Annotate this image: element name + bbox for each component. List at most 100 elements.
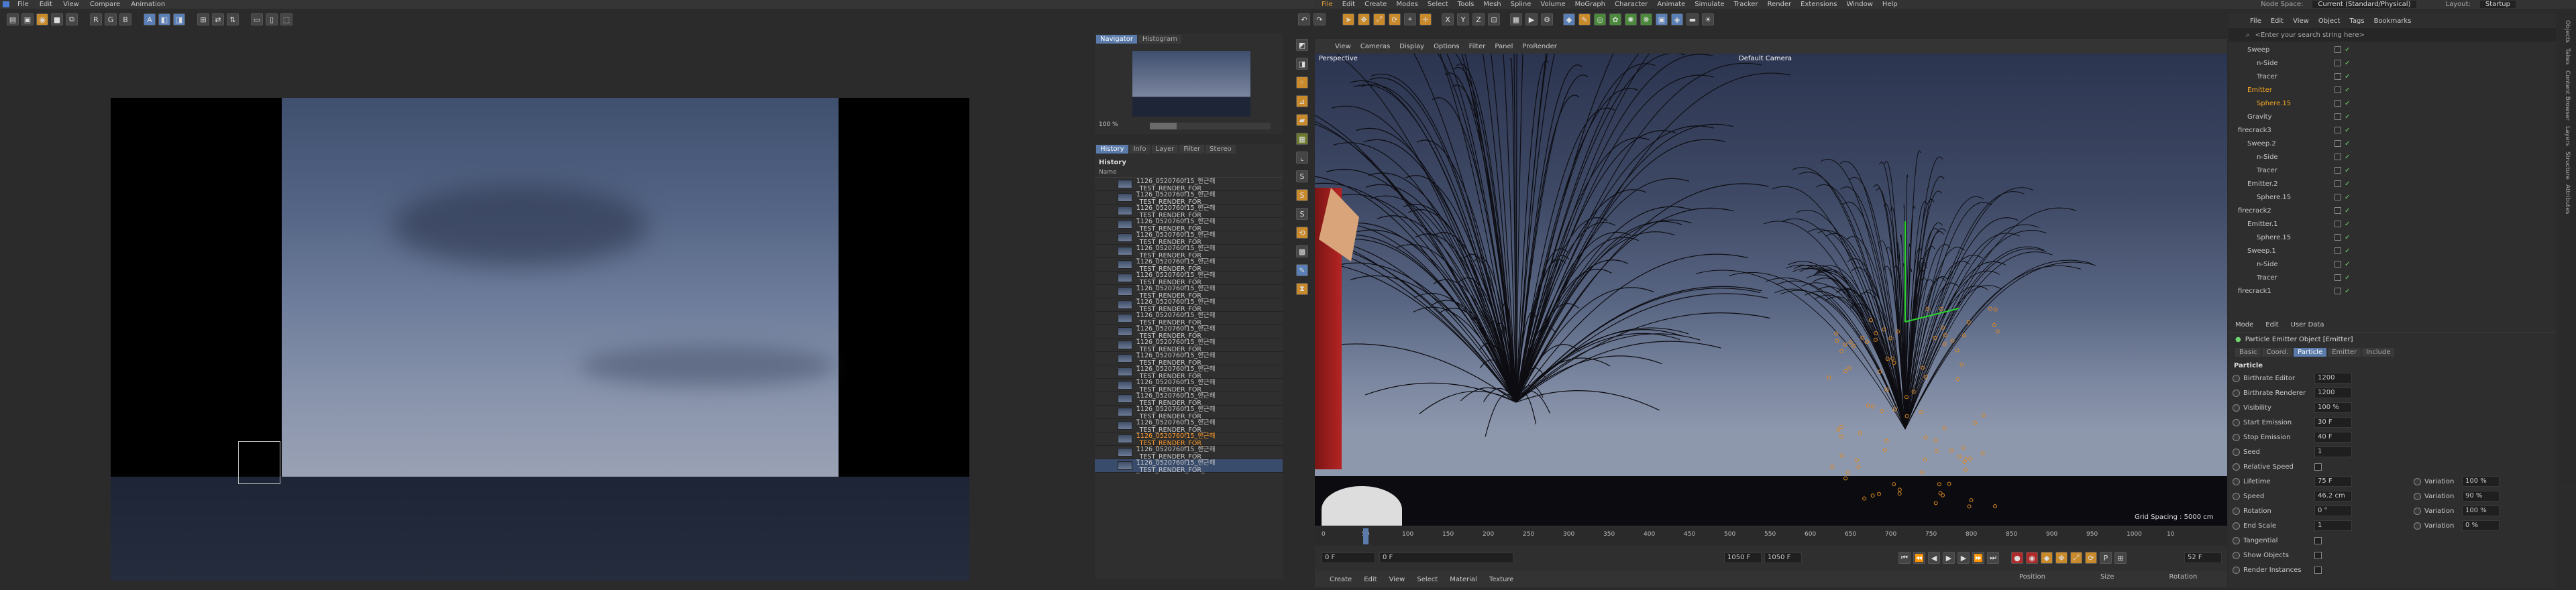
viewport-menu-item[interactable]: Cameras: [1360, 43, 1390, 50]
param-keyframe-dot[interactable]: [2414, 477, 2421, 485]
param-value[interactable]: 0 °: [2314, 506, 2352, 516]
enabled-check-icon[interactable]: ✓: [2345, 113, 2350, 121]
left-menu-item[interactable]: Compare: [90, 1, 120, 8]
object-row[interactable]: Sweep.2 ✓: [2229, 137, 2556, 150]
param-keyframe-dot[interactable]: [2233, 551, 2240, 559]
zoom-slider[interactable]: [1150, 123, 1271, 129]
enabled-check-icon[interactable]: ✓: [2345, 167, 2350, 174]
prev-frame-icon[interactable]: ◀: [1928, 552, 1940, 564]
param-keyframe-dot[interactable]: [2233, 389, 2240, 397]
param-value[interactable]: 0 %: [2462, 520, 2500, 531]
timeline[interactable]: 0501001502002503003504004505005506006507…: [1315, 528, 2227, 544]
material-menu-item[interactable]: Texture: [1489, 576, 1514, 583]
material-menu-item[interactable]: View: [1389, 576, 1405, 583]
deformer-icon[interactable]: ✺: [1625, 13, 1637, 25]
c4d-menu-item[interactable]: Character: [1615, 1, 1648, 8]
navigator-tab[interactable]: Histogram: [1138, 35, 1181, 44]
visibility-checkbox[interactable]: [2334, 234, 2341, 241]
visibility-checkbox[interactable]: [2334, 247, 2341, 254]
stop-icon[interactable]: ■: [51, 13, 63, 25]
frame-current-field[interactable]: 0 F: [1379, 552, 1513, 563]
compare-b-icon[interactable]: ◨: [173, 13, 185, 25]
navigator-thumb[interactable]: [1132, 51, 1250, 117]
object-row[interactable]: Tracer ✓: [2229, 271, 2556, 284]
history-panel-tab[interactable]: History: [1096, 145, 1128, 154]
enabled-check-icon[interactable]: ✓: [2345, 221, 2350, 228]
left-menu-item[interactable]: Animation: [131, 1, 165, 8]
select-icon[interactable]: ➤: [1342, 13, 1354, 25]
material-menu-item[interactable]: Material: [1450, 576, 1477, 583]
rotate-icon[interactable]: ⟳: [1389, 13, 1401, 25]
axis-icon[interactable]: ⌞: [1296, 152, 1308, 164]
param-keyframe-dot[interactable]: [2233, 374, 2240, 382]
render-view-icon[interactable]: ▦: [1510, 13, 1522, 25]
solo-2-icon[interactable]: S: [1296, 208, 1308, 220]
key-param-icon[interactable]: P: [2100, 552, 2112, 564]
attribute-tab[interactable]: Coord.: [2262, 347, 2293, 357]
c4d-menu-item[interactable]: Render: [1768, 1, 1792, 8]
c4d-menu-item[interactable]: Mesh: [1483, 1, 1501, 8]
swap-icon[interactable]: ⇄: [212, 13, 224, 25]
param-keyframe-dot[interactable]: [2414, 522, 2421, 530]
history-row[interactable]: 1126_0520760f15_한근해_TEST_RENDER_FOR_: [1095, 459, 1283, 474]
keyframe-icon[interactable]: ◆: [2041, 552, 2053, 564]
record-icon[interactable]: ●: [2011, 552, 2023, 564]
param-value[interactable]: 40 F: [2314, 432, 2352, 442]
param-checkbox[interactable]: [2314, 536, 2322, 544]
c4d-menu-item[interactable]: Extensions: [1801, 1, 1837, 8]
pen-icon[interactable]: ✎: [1578, 13, 1591, 25]
param-keyframe-dot[interactable]: [2414, 492, 2421, 500]
redo-icon[interactable]: ↷: [1313, 13, 1326, 25]
render-icon[interactable]: ◉: [36, 13, 48, 25]
visibility-checkbox[interactable]: [2334, 167, 2341, 174]
param-keyframe-dot[interactable]: [2233, 507, 2240, 515]
param-keyframe-dot[interactable]: [2414, 507, 2421, 515]
mode-polys-icon[interactable]: ▰: [1296, 114, 1308, 126]
object-row[interactable]: Sweep ✓: [2229, 43, 2556, 56]
scale-icon[interactable]: ⤢: [1373, 13, 1385, 25]
next-key-icon[interactable]: ⏩: [1972, 552, 1984, 564]
visibility-checkbox[interactable]: [2334, 86, 2341, 93]
snap-icon[interactable]: S: [1296, 170, 1308, 182]
frame-end-preview-field[interactable]: 1050 F: [1764, 552, 1802, 563]
camera-icon[interactable]: ◈: [1671, 13, 1683, 25]
material-menu-item[interactable]: Edit: [1364, 576, 1377, 583]
object-row[interactable]: Emitter ✓: [2229, 83, 2556, 97]
frame-end-field[interactable]: 1050 F: [1724, 552, 1762, 563]
param-keyframe-dot[interactable]: [2233, 522, 2240, 530]
material-menu-item[interactable]: Create: [1330, 576, 1352, 583]
layout-select[interactable]: Startup: [2479, 1, 2516, 8]
enabled-check-icon[interactable]: ✓: [2345, 207, 2350, 215]
visibility-checkbox[interactable]: [2334, 60, 2341, 66]
c4d-menu-item[interactable]: Help: [1882, 1, 1898, 8]
param-keyframe-dot[interactable]: [2233, 404, 2240, 412]
attribute-tab[interactable]: Emitter: [2328, 347, 2361, 357]
left-menu-item[interactable]: File: [17, 1, 29, 8]
history-panel-tab[interactable]: Filter: [1179, 145, 1205, 154]
visibility-checkbox[interactable]: [2334, 113, 2341, 120]
mode-points-icon[interactable]: ⁘: [1296, 76, 1308, 88]
object-row[interactable]: firecrack3 ✓: [2229, 123, 2556, 137]
render-view[interactable]: [111, 98, 969, 581]
move-icon[interactable]: ✥: [1358, 13, 1370, 25]
enabled-check-icon[interactable]: ✓: [2345, 127, 2350, 134]
enabled-check-icon[interactable]: ✓: [2345, 46, 2350, 54]
c4d-menu-item[interactable]: File: [1322, 1, 1333, 8]
left-menu-item[interactable]: View: [63, 1, 79, 8]
light-icon[interactable]: ☀: [1702, 13, 1714, 25]
param-keyframe-dot[interactable]: [2233, 463, 2240, 471]
mode-object-icon[interactable]: ◨: [1296, 58, 1308, 70]
visibility-checkbox[interactable]: [2334, 140, 2341, 147]
attribute-menu-item[interactable]: Edit: [2265, 321, 2278, 329]
texture-icon[interactable]: ▦: [1296, 133, 1308, 145]
c4d-menu-item[interactable]: Tools: [1458, 1, 1474, 8]
frame-start-field[interactable]: 0 F: [1322, 552, 1375, 563]
attribute-tab[interactable]: Basic: [2235, 347, 2261, 357]
param-value[interactable]: 100 %: [2314, 402, 2352, 413]
c4d-menu-item[interactable]: Simulate: [1695, 1, 1724, 8]
history-panel-tab[interactable]: Info: [1129, 145, 1150, 154]
key-scale-icon[interactable]: ⤢: [2070, 552, 2082, 564]
param-value[interactable]: 1: [2314, 520, 2352, 531]
copy-icon[interactable]: ⧉: [66, 13, 78, 25]
key-rot-icon[interactable]: ⟳: [2085, 552, 2097, 564]
